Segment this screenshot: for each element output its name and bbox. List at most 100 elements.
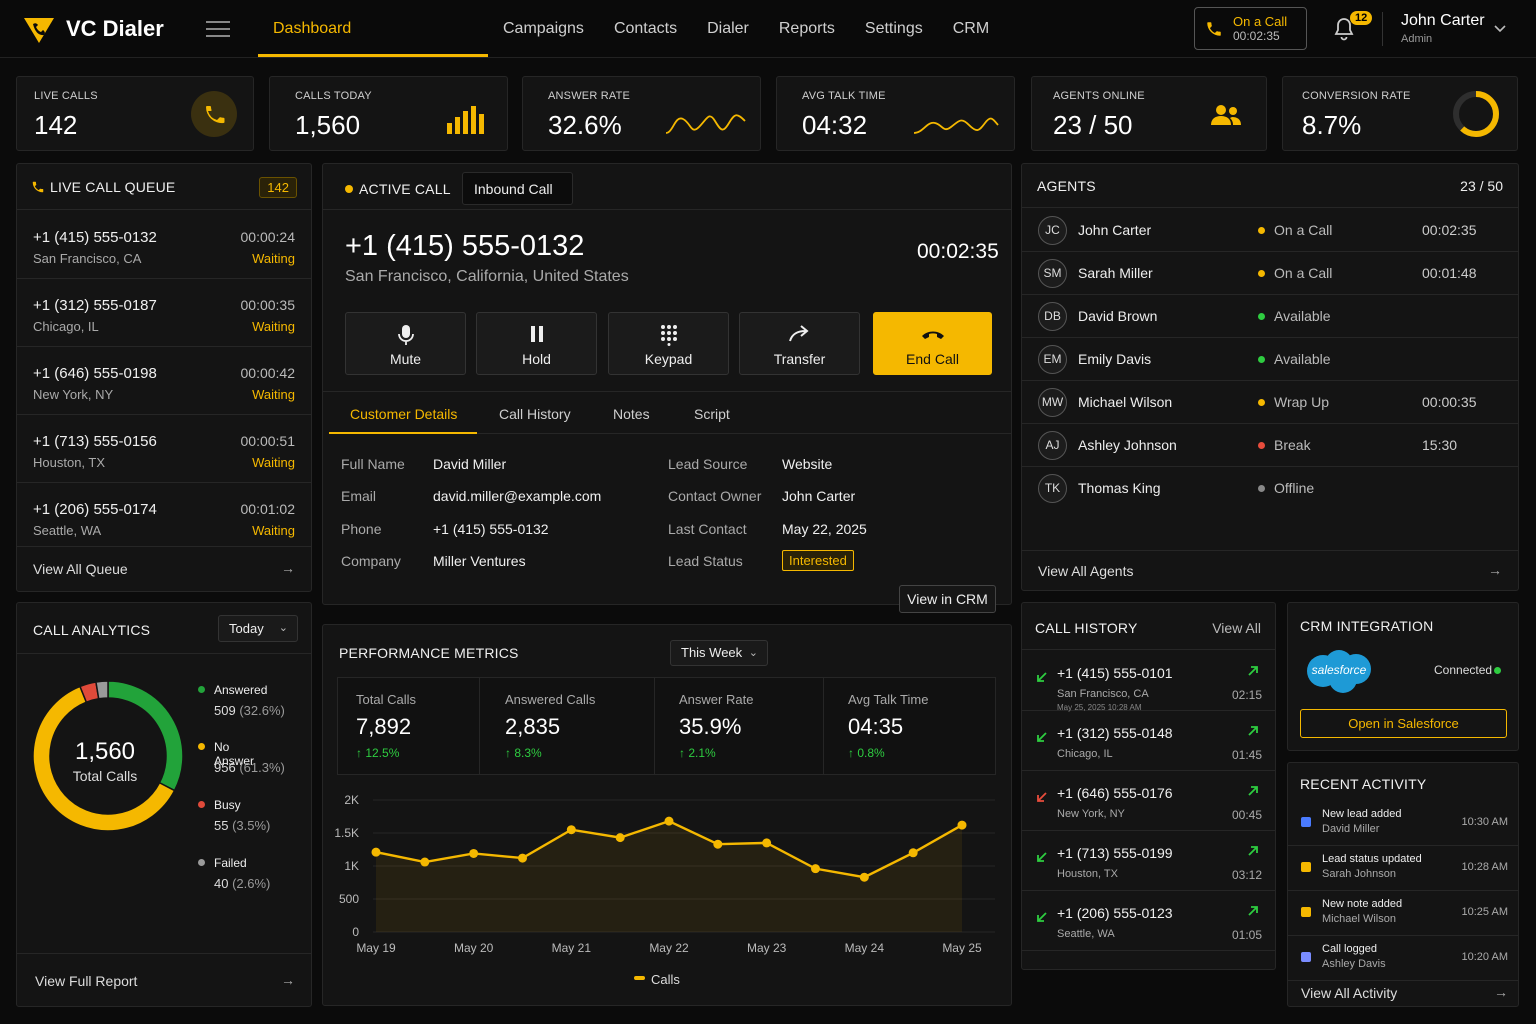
nav-dialer[interactable]: Dialer <box>692 0 764 58</box>
period-dropdown[interactable]: Today ⌄ <box>218 615 298 642</box>
activity-time: 10:20 AM <box>1461 951 1508 963</box>
button-label: End Call <box>906 351 959 367</box>
period-dropdown[interactable]: This Week ⌄ <box>670 640 768 666</box>
queue-wait-time: 00:00:24 <box>240 229 296 245</box>
queue-item[interactable]: +1 (646) 555-0198 New York, NY 00:00:42 Wai… <box>17 347 311 415</box>
activity-item[interactable]: New lead added David Miller 10:30 AM <box>1288 801 1518 846</box>
queue-city: Chicago, IL <box>33 319 99 334</box>
agent-row[interactable]: DB David Brown Available <box>1022 295 1518 338</box>
history-item[interactable]: +1 (206) 555-0123 Seattle, WA 01:05 <box>1022 891 1275 951</box>
history-item[interactable]: +1 (415) 555-0101 San Francisco, CA May 25… <box>1022 651 1275 712</box>
history-item[interactable]: +1 (312) 555-0148 Chicago, IL 01:45 <box>1022 711 1275 771</box>
metric-total-calls: Total Calls 7,892 ↑ 12.5% <box>338 678 479 774</box>
queue-item[interactable]: +1 (415) 555-0132 San Francisco, CA 00:00:… <box>17 211 311 279</box>
tab-script[interactable]: Script <box>694 406 730 422</box>
view-in-crm-button[interactable]: View in CRM <box>899 585 996 613</box>
chevron-down-icon[interactable] <box>1493 22 1507 36</box>
panel-title: CALL HISTORY <box>1035 620 1138 636</box>
on-call-indicator[interactable]: On a Call 00:02:35 <box>1194 7 1307 50</box>
y-tick-label: 0 <box>352 925 359 939</box>
keypad-icon <box>660 325 677 346</box>
agent-row[interactable]: MW Michael Wilson Wrap Up 00:00:35 <box>1022 381 1518 424</box>
arrow-right-icon[interactable]: → <box>281 972 295 988</box>
mute-button[interactable]: Mute <box>345 312 466 375</box>
queue-phone: +1 (646) 555-0198 <box>33 365 157 382</box>
y-tick-label: 2K <box>344 793 359 807</box>
call-direction-icon <box>1037 792 1047 802</box>
period-value: This Week <box>681 645 743 660</box>
sparkline-icon <box>913 117 999 134</box>
history-city: New York, NY <box>1057 808 1125 820</box>
data-point <box>469 848 479 858</box>
panel-title: CRM INTEGRATION <box>1300 618 1434 634</box>
legend-dot <box>198 859 205 866</box>
app-logo[interactable]: VC Dialer <box>22 12 164 46</box>
view-all-agents-link[interactable]: View All Agents <box>1038 563 1133 579</box>
call-type-tab[interactable]: Inbound Call <box>462 172 573 205</box>
panel-title: AGENTS <box>1037 178 1096 194</box>
arrow-right-icon[interactable]: → <box>281 560 295 576</box>
tab-customer-details[interactable]: Customer Details <box>350 406 457 422</box>
activity-item[interactable]: New note added Michael Wilson 10:25 AM <box>1288 891 1518 936</box>
call-direction-icon <box>1037 912 1047 922</box>
nav-dashboard[interactable]: Dashboard <box>258 0 488 58</box>
agent-row[interactable]: SM Sarah Miller On a Call 00:01:48 <box>1022 252 1518 295</box>
status-dot <box>1258 313 1265 320</box>
detail-value: Website <box>782 456 833 472</box>
data-point <box>762 838 772 848</box>
stat-value: 1,560 <box>295 110 361 140</box>
agent-status: On a Call <box>1274 265 1333 281</box>
queue-item[interactable]: +1 (713) 555-0156 Houston, TX 00:00:51 Wait… <box>17 415 311 483</box>
arrow-right-icon[interactable]: → <box>1488 562 1502 578</box>
view-all-activity-link[interactable]: View All Activity <box>1301 985 1397 1001</box>
nav-reports[interactable]: Reports <box>764 0 850 58</box>
history-duration: 02:15 <box>1231 688 1262 702</box>
legend-value: 55 <box>214 818 229 833</box>
arrow-right-icon[interactable]: → <box>1494 984 1508 1000</box>
history-city: San Francisco, CA <box>1057 688 1149 700</box>
agent-row[interactable]: TK Thomas King Offline <box>1022 467 1518 510</box>
nav-campaigns[interactable]: Campaigns <box>488 0 599 58</box>
nav-settings[interactable]: Settings <box>850 0 938 58</box>
data-point <box>908 848 918 858</box>
panel-title: ACTIVE CALL <box>359 181 451 197</box>
stat-live-calls: LIVE CALLS 142 <box>16 76 254 151</box>
salesforce-logo: salesforce <box>1303 647 1375 695</box>
open-in-salesforce-button[interactable]: Open in Salesforce <box>1300 709 1507 738</box>
queue-item[interactable]: +1 (312) 555-0187 Chicago, IL 00:00:35 Wait… <box>17 279 311 347</box>
end-call-button[interactable]: End Call <box>873 312 992 375</box>
history-item[interactable]: +1 (713) 555-0199 Houston, TX 03:12 <box>1022 831 1275 891</box>
hold-button[interactable]: Hold <box>476 312 597 375</box>
legend-label: Calls <box>651 972 680 987</box>
metric-change: ↑ 2.1% <box>679 746 716 760</box>
agent-row[interactable]: EM Emily Davis Available <box>1022 338 1518 381</box>
menu-icon[interactable] <box>206 18 230 40</box>
stat-conversion-rate: CONVERSION RATE 8.7% <box>1282 76 1518 151</box>
tab-notes[interactable]: Notes <box>613 406 650 422</box>
activity-item[interactable]: Call logged Ashley Davis 10:20 AM <box>1288 936 1518 981</box>
detail-label: Company <box>341 553 401 569</box>
user-menu[interactable]: John Carter Admin <box>1401 12 1485 45</box>
stat-value: 8.7% <box>1302 110 1362 140</box>
view-full-report-link[interactable]: View Full Report <box>35 973 137 989</box>
view-all-queue-link[interactable]: View All Queue <box>33 561 128 577</box>
keypad-button[interactable]: Keypad <box>608 312 729 375</box>
agent-row[interactable]: AJ Ashley Johnson Break 15:30 <box>1022 424 1518 467</box>
activity-title: New lead added <box>1322 808 1402 820</box>
queue-item[interactable]: +1 (206) 555-0174 Seattle, WA 00:01:02 Wait… <box>17 483 311 547</box>
activity-item[interactable]: Lead status updated Sarah Johnson 10:28 AM <box>1288 846 1518 891</box>
nav-contacts[interactable]: Contacts <box>599 0 692 58</box>
share-arrow-icon <box>788 325 809 342</box>
history-duration: 03:12 <box>1231 868 1262 882</box>
view-all-history-link[interactable]: View All <box>1212 620 1261 636</box>
activity-title: Call logged <box>1322 943 1378 955</box>
x-tick-label: May 25 <box>942 941 982 955</box>
history-item[interactable]: +1 (646) 555-0176 New York, NY 00:45 <box>1022 771 1275 831</box>
tab-call-history[interactable]: Call History <box>499 406 571 422</box>
call-direction-icon <box>1037 852 1047 862</box>
legend-value: 509 <box>214 703 236 718</box>
nav-crm[interactable]: CRM <box>938 0 1004 58</box>
agent-row[interactable]: JC John Carter On a Call 00:02:35 <box>1022 209 1518 252</box>
transfer-button[interactable]: Transfer <box>739 312 860 375</box>
queue-city: Seattle, WA <box>33 523 102 538</box>
